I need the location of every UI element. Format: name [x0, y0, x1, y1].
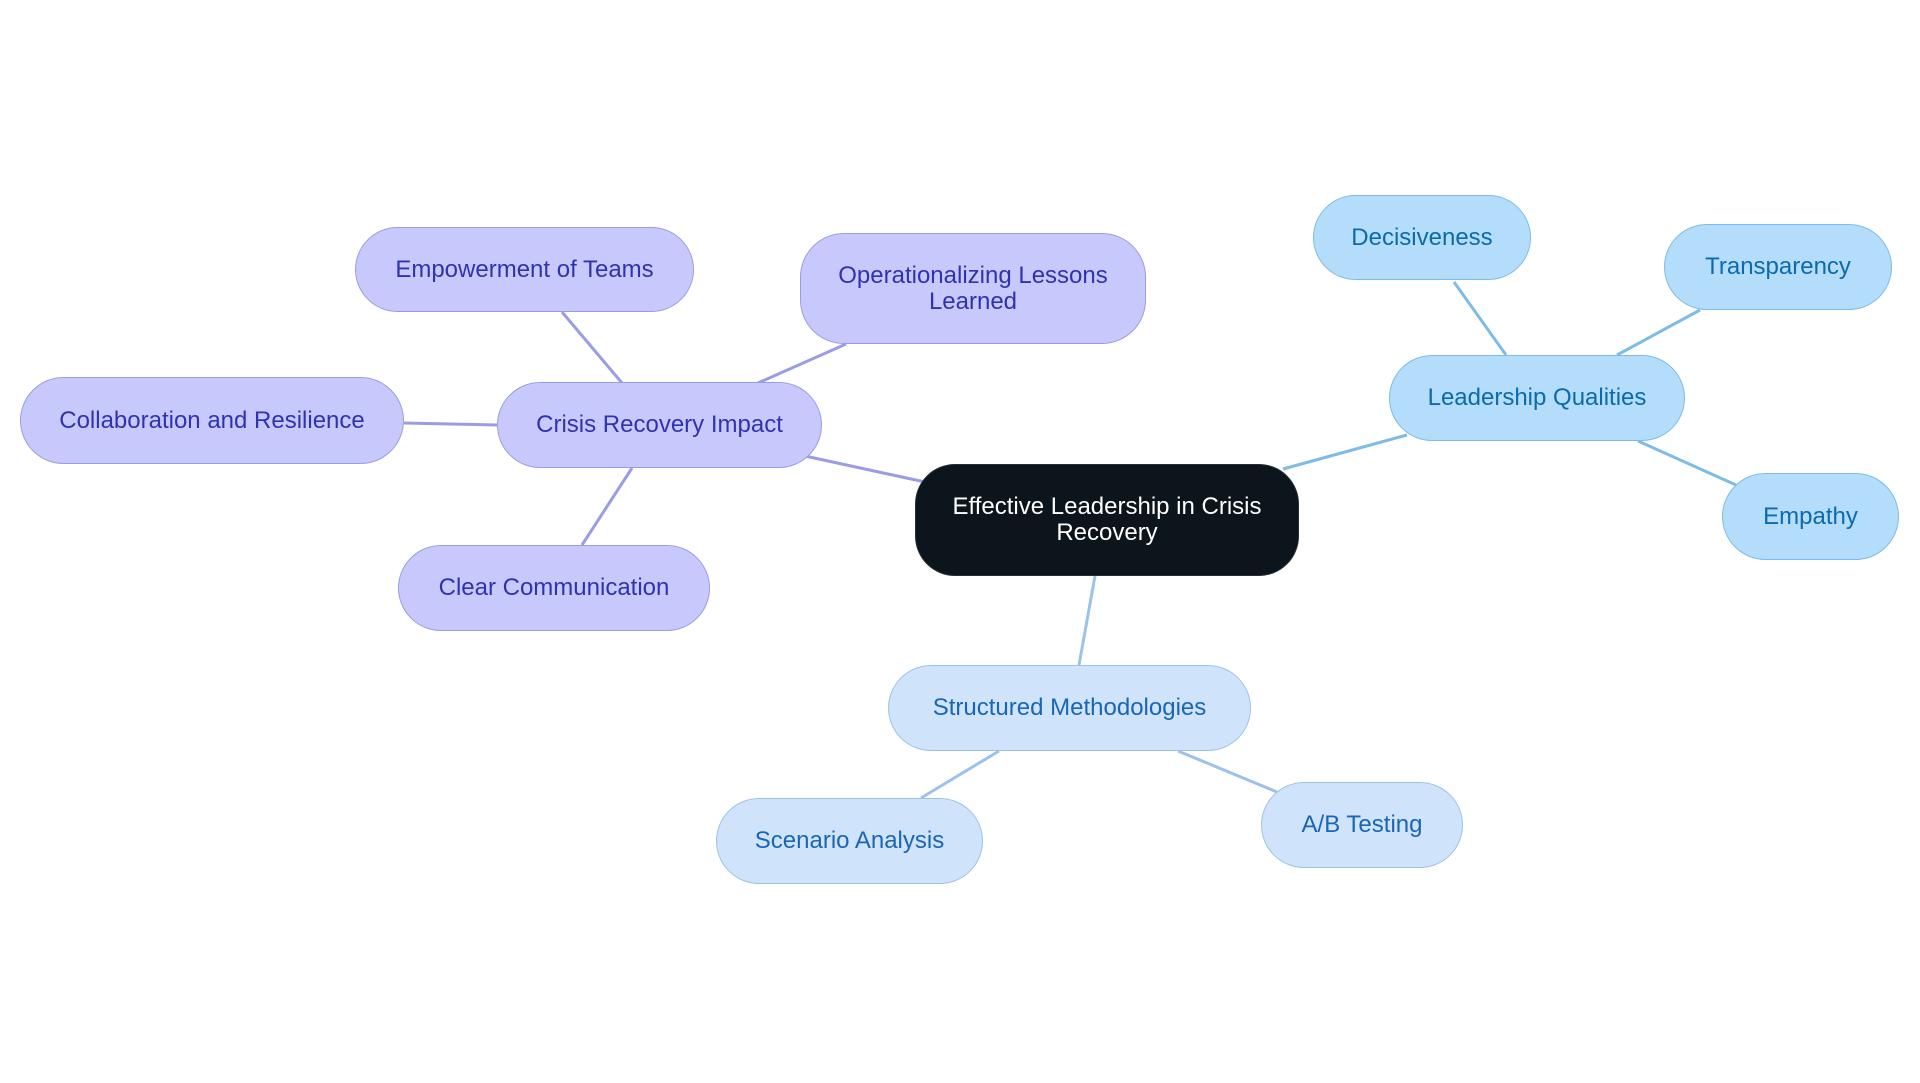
- edge-root-crisis: [804, 454, 926, 484]
- node-label: Effective Leadership in Crisis Recovery: [952, 493, 1262, 546]
- node-label: Operationalizing Lessons Learned: [838, 261, 1108, 315]
- node-leadership-qualities[interactable]: Leadership Qualities: [1389, 355, 1685, 441]
- edge-structured-scenario: [920, 749, 1000, 800]
- node-label: Crisis Recovery Impact: [536, 411, 783, 438]
- node-root[interactable]: Effective Leadership in Crisis Recovery: [915, 464, 1299, 576]
- edge-leadq-decisive: [1452, 281, 1508, 356]
- node-label: Transparency: [1705, 253, 1851, 280]
- node-empowerment-of-teams[interactable]: Empowerment of Teams: [355, 227, 694, 312]
- edge-crisis-clearcomm: [580, 467, 634, 546]
- node-label: Empowerment of Teams: [395, 255, 654, 283]
- node-label: Empathy: [1763, 502, 1858, 530]
- node-empathy[interactable]: Empathy: [1722, 473, 1899, 560]
- edge-structured-abtest: [1177, 749, 1278, 794]
- node-transparency[interactable]: Transparency: [1664, 224, 1892, 310]
- node-ab-testing[interactable]: A/B Testing: [1261, 782, 1463, 868]
- node-label: Scenario Analysis: [754, 827, 945, 854]
- edge-leadq-transp: [1616, 308, 1701, 357]
- node-label: Leadership Qualities: [1427, 384, 1647, 411]
- edge-leadq-empathy: [1637, 439, 1737, 487]
- edge-root-structured: [1077, 575, 1097, 666]
- node-clear-communication[interactable]: Clear Communication: [398, 545, 710, 631]
- node-structured-methodologies[interactable]: Structured Methodologies: [888, 665, 1251, 751]
- edge-crisis-empower: [560, 311, 624, 384]
- node-collaboration-and-resilience[interactable]: Collaboration and Resilience: [20, 377, 404, 464]
- edge-crisis-oplessons: [757, 342, 847, 385]
- node-label: Decisiveness: [1351, 223, 1493, 251]
- edge-root-leadq: [1282, 433, 1408, 471]
- mind-map-canvas: Effective Leadership in Crisis Recovery …: [0, 0, 1920, 1083]
- node-scenario-analysis[interactable]: Scenario Analysis: [716, 798, 983, 884]
- node-crisis-recovery-impact[interactable]: Crisis Recovery Impact: [497, 382, 822, 468]
- node-label: Structured Methodologies: [932, 694, 1207, 721]
- node-label: Clear Communication: [438, 574, 670, 601]
- node-operationalizing-lessons-learned[interactable]: Operationalizing Lessons Learned: [800, 233, 1146, 344]
- edge-crisis-collab: [403, 421, 498, 427]
- node-label: A/B Testing: [1301, 811, 1423, 838]
- node-decisiveness[interactable]: Decisiveness: [1313, 195, 1531, 280]
- node-label: Collaboration and Resilience: [59, 406, 365, 434]
